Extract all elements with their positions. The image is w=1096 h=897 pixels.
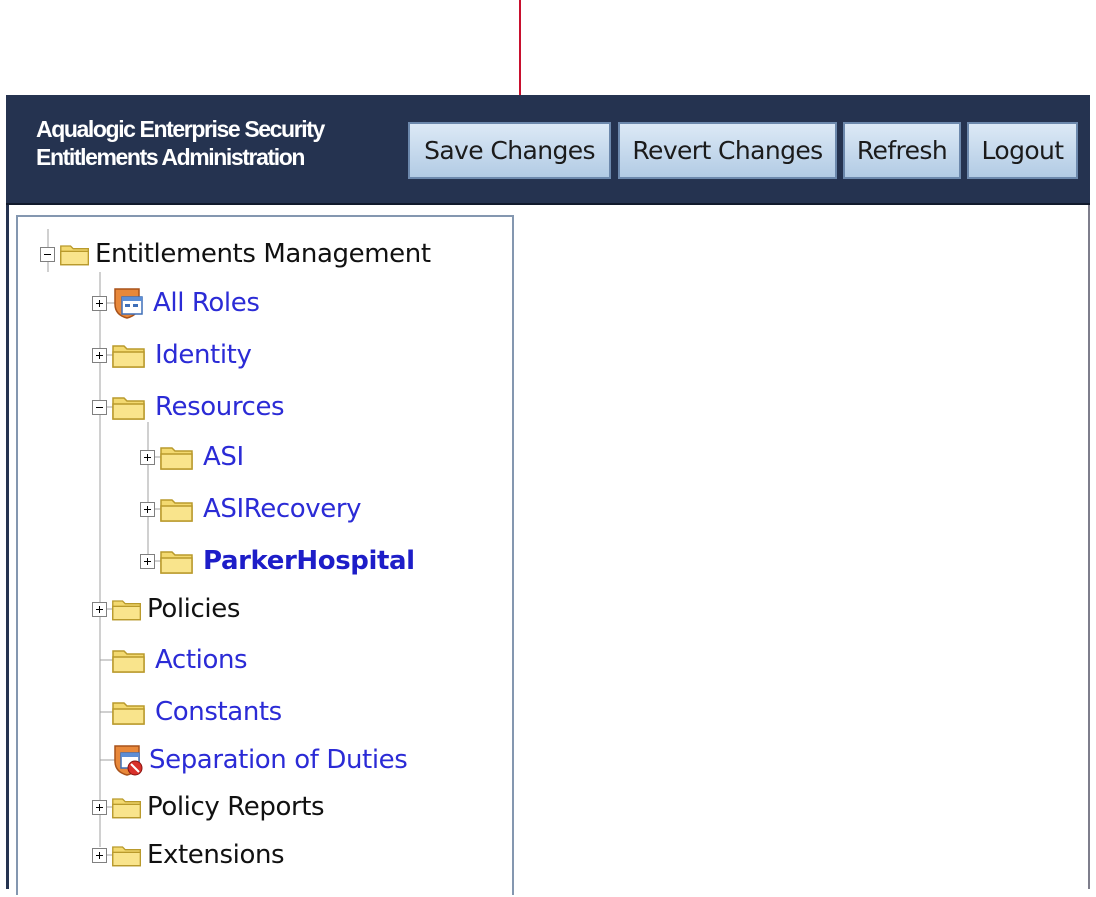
expand-toggle[interactable] — [92, 601, 107, 617]
collapse-toggle[interactable] — [92, 399, 107, 415]
tree-label-all-roles: All Roles — [153, 288, 260, 318]
tree-label-parkerhospital: ParkerHospital — [203, 546, 415, 576]
tree-node-asi[interactable]: ASI — [140, 435, 244, 479]
tree-node-actions[interactable]: Actions — [111, 638, 248, 682]
tree-node-policy-reports[interactable]: Policy Reports — [92, 785, 325, 829]
expand-toggle[interactable] — [92, 347, 107, 363]
expand-toggle[interactable] — [140, 449, 155, 465]
refresh-button[interactable]: Refresh — [843, 122, 961, 179]
tree-label-resources: Resources — [155, 392, 285, 422]
header-bar: Aqualogic Enterprise Security Entitlemen… — [6, 95, 1090, 205]
tree-node-asirecovery[interactable]: ASIRecovery — [140, 487, 362, 531]
tree-node-parkerhospital[interactable]: ParkerHospital — [140, 539, 415, 583]
tree-node-identity[interactable]: Identity — [92, 333, 252, 377]
folder-icon — [160, 551, 193, 574]
tree-node-entitlements-management[interactable]: Entitlements Management — [40, 232, 431, 276]
folder-icon — [112, 345, 145, 368]
roles-icon — [114, 288, 143, 319]
expand-toggle[interactable] — [140, 553, 155, 569]
tree-label-extensions: Extensions — [147, 840, 285, 870]
tree-node-all-roles[interactable]: All Roles — [92, 281, 260, 325]
tree-label-actions: Actions — [155, 645, 248, 675]
separation-of-duties-icon — [114, 745, 143, 776]
app-title-line2: Entitlements Administration — [36, 144, 305, 170]
expand-toggle[interactable] — [140, 501, 155, 517]
folder-open-icon — [112, 397, 145, 420]
detail-pane — [514, 205, 1088, 889]
folder-icon — [160, 447, 193, 470]
tree-label-identity: Identity — [155, 340, 252, 370]
expand-toggle[interactable] — [92, 847, 107, 863]
tree-node-resources[interactable]: Resources — [92, 385, 285, 429]
tree-label-policies: Policies — [147, 594, 240, 624]
folder-icon — [112, 650, 145, 673]
tree-node-policies[interactable]: Policies — [92, 587, 240, 631]
tree-node-constants[interactable]: Constants — [111, 690, 282, 734]
folder-open-icon — [60, 245, 89, 266]
app-title: Aqualogic Enterprise Security Entitlemen… — [36, 115, 406, 171]
tree-label-policy-reports: Policy Reports — [147, 792, 325, 822]
app-title-line1: Aqualogic Enterprise Security — [36, 116, 325, 142]
folder-icon — [112, 702, 145, 725]
expand-toggle[interactable] — [92, 295, 107, 311]
folder-icon — [112, 600, 141, 621]
tree-label-entitlements-management: Entitlements Management — [95, 239, 431, 269]
folder-icon — [112, 798, 141, 819]
content-area: Entitlements Management All Roles Identi… — [6, 205, 1090, 895]
collapse-toggle[interactable] — [40, 246, 55, 262]
expand-toggle[interactable] — [92, 799, 107, 815]
tree-node-separation-of-duties[interactable]: Separation of Duties — [111, 738, 408, 782]
tree-label-separation-of-duties: Separation of Duties — [149, 745, 408, 775]
tree-label-asi: ASI — [203, 442, 244, 472]
navigation-tree[interactable]: Entitlements Management All Roles Identi… — [16, 215, 514, 895]
folder-icon — [112, 846, 141, 867]
revert-changes-button[interactable]: Revert Changes — [618, 122, 837, 179]
save-changes-button[interactable]: Save Changes — [408, 122, 611, 179]
tree-label-asirecovery: ASIRecovery — [203, 494, 362, 524]
tree-node-extensions[interactable]: Extensions — [92, 833, 285, 877]
folder-icon — [160, 499, 193, 522]
tree-label-constants: Constants — [155, 697, 282, 727]
logout-button[interactable]: Logout — [967, 122, 1078, 179]
